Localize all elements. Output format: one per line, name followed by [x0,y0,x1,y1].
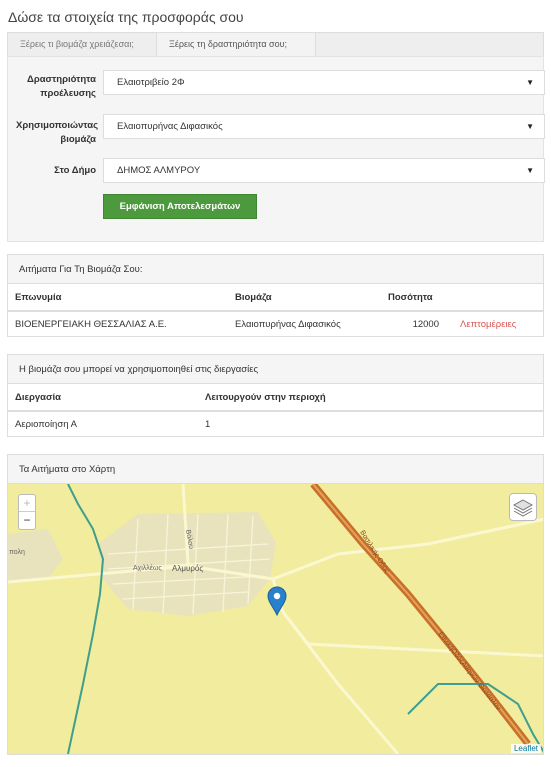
page-title: Δώσε τα στοιχεία της προσφοράς σου [8,9,244,25]
municipality-select[interactable]: ΔΗΜΟΣ ΑΛΜΥΡΟΥ ▼ [103,158,545,183]
activity-label: Δραστηριότητα προέλευσης [26,74,96,99]
requests-table: Επωνυμία Βιομάζα Ποσότητα ΒΙΟΕΝΕΡΓΕΙΑΚΗ … [8,284,543,336]
column-header: Βιομάζα [228,284,381,312]
place-label: πολη [9,549,25,556]
tab-bar: Ξέρεις τι βιομάζα χρειάζεσαι; Ξέρεις τη … [7,32,544,57]
biomass-select[interactable]: Ελαιοπυρήνας Διφασικός ▼ [103,114,545,139]
quantity-cell: 12000 [412,318,439,330]
process-panel-title: Η βιομάζα σου μπορεί να χρησιμοποιηθεί σ… [8,355,543,384]
biomass-label: Χρησιμοποιώντας βιομάζα [16,120,99,145]
table-row: Αεριοποίηση Α 1 [8,411,543,436]
map-panel-title: Τα Αιτήματα στο Χάρτη [8,455,543,484]
column-header: Επωνυμία [8,284,228,312]
details-link[interactable]: Λεπτομέρειες [453,311,543,336]
biomass-cell: Ελαιοπυρήνας Διφασικός [235,318,341,330]
requests-panel-title: Αιτήματα Για Τη Βιομάζα Σου: [8,255,543,284]
chevron-down-icon: ▼ [526,166,534,175]
chevron-down-icon: ▼ [526,78,534,87]
column-header: Ποσότητα [381,284,453,312]
process-table: Διεργασία Λειτουργούν στην περιοχή Αεριο… [8,384,543,436]
company-name: ΒΙΟΕΝΕΡΓΕΙΑΚΗ ΘΕΣΣΑΛΙΑΣ Α.Ε. [15,318,167,330]
column-header: Λειτουργούν στην περιοχή [198,384,543,412]
town-label: Αλμυρός [172,564,203,573]
tab-know-activity[interactable]: Ξέρεις τη δραστηριότητα σου; [156,33,316,57]
layers-icon [512,499,534,517]
zoom-control: + − [18,494,36,530]
process-panel: Η βιομάζα σου μπορεί να χρησιμοποιηθεί σ… [7,354,544,437]
map[interactable]: Αχιλλέως Αλμυρός Βόλου πολη Βασιλικής Οδ… [8,484,543,754]
column-header: Διεργασία [8,384,198,412]
process-cell: Αεριοποίηση Α [15,418,77,430]
show-results-button[interactable]: Εμφάνιση Αποτελεσμάτων [103,194,257,219]
map-land [8,484,543,754]
attribution-link[interactable]: Leaflet [510,744,541,753]
activity-select[interactable]: Ελαιοτριβείο 2Φ ▼ [103,70,545,95]
map-tiles: Αχιλλέως Αλμυρός Βόλου πολη Βασιλικής Οδ… [8,484,543,754]
street-label: Αχιλλέως [133,564,162,572]
layers-button[interactable] [509,493,537,521]
municipality-label: Στο Δήμο [54,165,96,176]
search-form: Δραστηριότητα προέλευσης Ελαιοτριβείο 2Φ … [7,56,545,242]
zoom-in-button[interactable]: + [19,495,35,512]
map-panel: Τα Αιτήματα στο Χάρτη Αχιλλέως Αλμυρός Β… [7,454,544,755]
table-row: ΒΙΟΕΝΕΡΓΕΙΑΚΗ ΘΕΣΣΑΛΙΑΣ Α.Ε. Ελαιοπυρήνα… [8,311,543,336]
chevron-down-icon: ▼ [526,122,534,131]
count-cell: 1 [205,418,211,430]
requests-panel: Αιτήματα Για Τη Βιομάζα Σου: Επωνυμία Βι… [7,254,544,337]
tab-know-biomass[interactable]: Ξέρεις τι βιομάζα χρειάζεσαι; [8,33,156,57]
column-header [453,284,543,312]
zoom-out-button[interactable]: − [19,512,35,529]
